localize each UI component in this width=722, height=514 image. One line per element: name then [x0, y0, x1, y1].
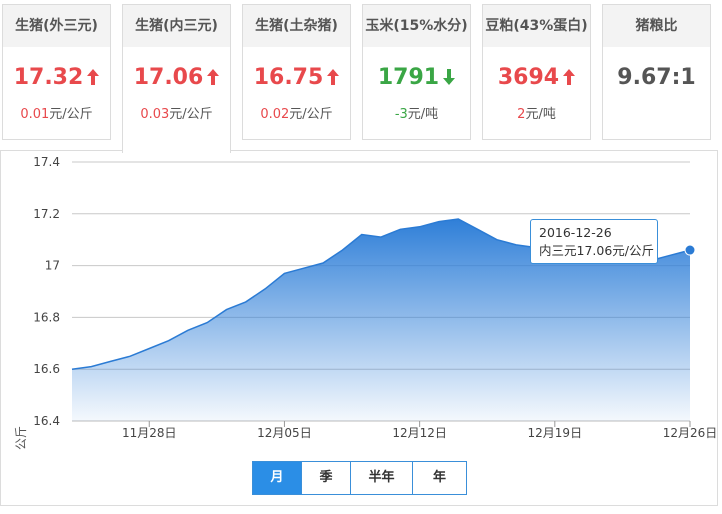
card-pig-outer[interactable]: 生猪(外三元) 17.32 0.01元/公斤	[2, 4, 111, 140]
card-change: 0.01元/公斤	[20, 107, 93, 122]
tooltip-text: 内三元17.06元/公斤	[539, 243, 654, 258]
y-tick-label: 17	[45, 259, 60, 273]
card-change: 0.03元/公斤	[140, 107, 213, 122]
card-value: 17.32	[3, 65, 110, 91]
card-change: -3元/吨	[394, 107, 439, 122]
period-month-button[interactable]: 月	[252, 461, 302, 495]
y-tick-label: 17.2	[33, 207, 60, 221]
y-axis-label: 元/公斤	[14, 426, 28, 450]
x-tick-label: 11月28日	[122, 426, 177, 440]
price-chart: 17.4 17.2 17 16.8 16.6 16.4 11月28日 12月05日 12月12…	[14, 155, 717, 450]
y-tick-label: 16.4	[33, 414, 60, 428]
card-title: 生猪(外三元)	[3, 5, 110, 47]
card-pig-local[interactable]: 生猪(土杂猪) 16.75 0.02元/公斤	[242, 4, 351, 140]
y-tick-label: 16.6	[33, 362, 60, 376]
tooltip-date: 2016-12-26	[539, 225, 612, 240]
card-change: 0.02元/公斤	[260, 107, 333, 122]
card-title: 猪粮比	[603, 5, 710, 47]
x-tick-label: 12月26日	[663, 426, 718, 440]
card-title: 豆粕(43%蛋白)	[483, 5, 590, 47]
period-year-button[interactable]: 年	[412, 461, 467, 495]
card-title: 玉米(15%水分)	[363, 5, 470, 47]
highlighted-point[interactable]	[684, 244, 696, 256]
arrow-down-icon	[443, 66, 456, 91]
x-axis: 11月28日 12月05日 12月12日 12月19日 12月26日	[122, 421, 717, 440]
price-cards: 生猪(外三元) 17.32 0.01元/公斤 生猪(内三元) 17.06 0.0…	[0, 0, 722, 153]
card-value: 3694	[483, 65, 590, 91]
y-tick-label: 17.4	[33, 155, 60, 169]
card-title: 生猪(土杂猪)	[243, 5, 350, 47]
card-title: 生猪(内三元)	[123, 5, 230, 47]
period-quarter-button[interactable]: 季	[301, 461, 351, 495]
arrow-up-icon	[207, 66, 220, 91]
x-tick-label: 12月05日	[257, 426, 312, 440]
card-value: 1791	[363, 65, 470, 91]
arrow-up-icon	[327, 66, 340, 91]
arrow-up-icon	[563, 66, 576, 91]
y-axis: 17.4 17.2 17 16.8 16.6 16.4	[33, 155, 60, 428]
arrow-up-icon	[87, 66, 100, 91]
card-hog-grain-ratio[interactable]: 猪粮比 9.67:1	[602, 4, 711, 140]
x-tick-label: 12月12日	[392, 426, 447, 440]
card-value: 17.06	[123, 65, 230, 91]
chart-tooltip: 2016-12-26 内三元17.06元/公斤	[530, 219, 658, 264]
period-halfyear-button[interactable]: 半年	[350, 461, 413, 495]
y-tick-label: 16.8	[33, 310, 60, 324]
card-value: 9.67:1	[617, 65, 696, 90]
card-change: 2元/吨	[517, 107, 556, 122]
x-tick-label: 12月19日	[528, 426, 583, 440]
card-corn[interactable]: 玉米(15%水分) 1791 -3元/吨	[362, 4, 471, 140]
card-pig-inner[interactable]: 生猪(内三元) 17.06 0.03元/公斤	[122, 4, 231, 153]
card-value: 16.75	[243, 65, 350, 91]
card-soymeal[interactable]: 豆粕(43%蛋白) 3694 2元/吨	[482, 4, 591, 140]
